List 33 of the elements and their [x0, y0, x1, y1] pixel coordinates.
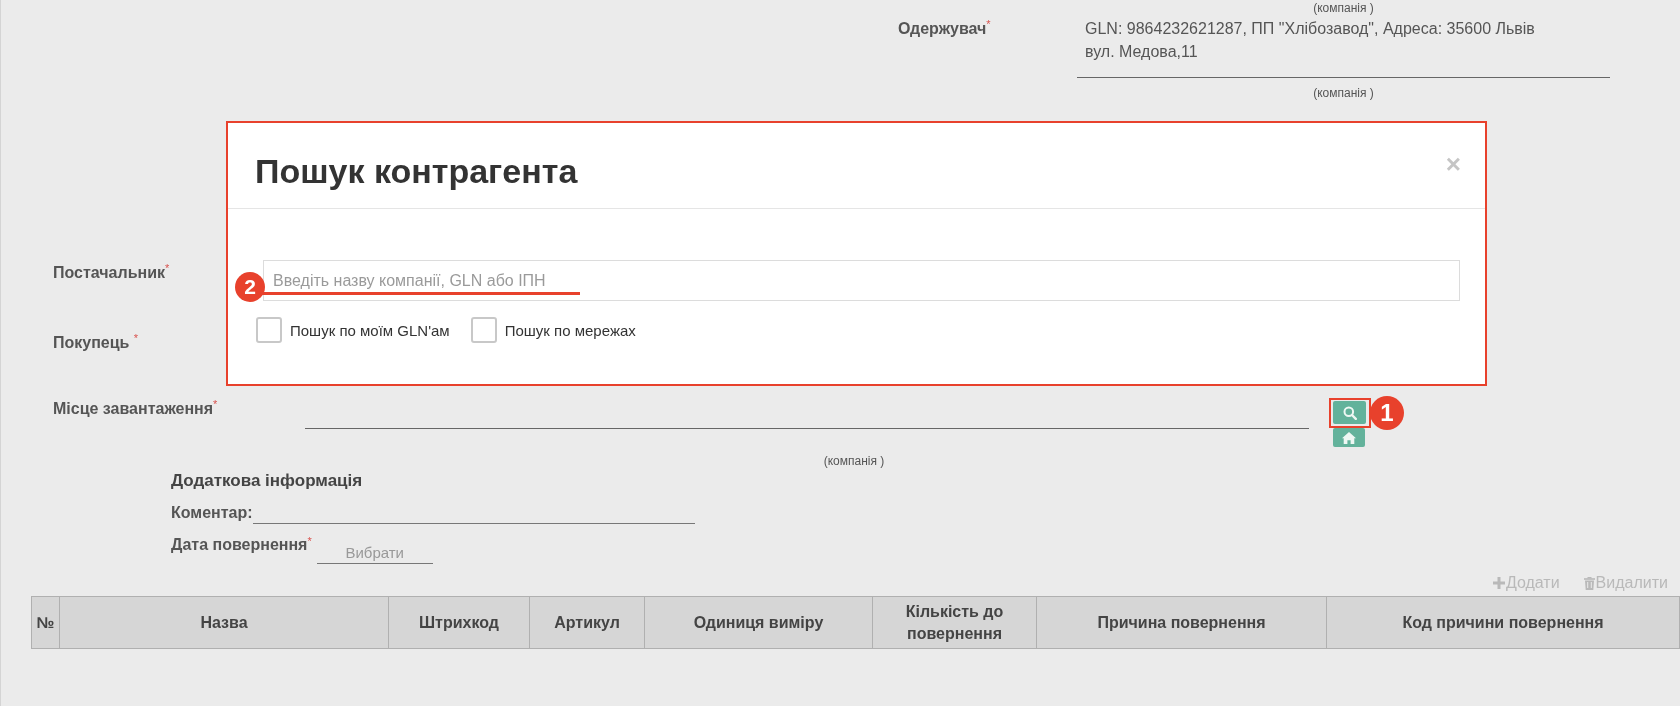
- loading-place-label: Місце завантаження$^{*}$: [53, 400, 218, 417]
- date-field[interactable]: Вибрати: [316, 541, 433, 564]
- search-field[interactable]: Введіть назву компанії, GLN або ІПН: [263, 260, 1460, 301]
- plus-icon: [1492, 577, 1505, 589]
- checkbox[interactable]: [256, 317, 282, 343]
- field-caption: (компанія ): [823, 453, 885, 469]
- checkbox-label[interactable]: Пошук по мережах: [504, 321, 636, 339]
- step-marker: 2: [235, 272, 265, 302]
- column-header: Одиниця виміру: [644, 596, 873, 649]
- column-header: Штрихкод: [388, 596, 530, 649]
- receiver-field[interactable]: GLN: 9864232621287, ПП "Хлібозавод", Адреса: 35600 Львів вул. Медова,11: [1077, 16, 1610, 78]
- field-caption: (компанія ): [1313, 0, 1374, 16]
- field-caption: (компанія ): [1313, 85, 1374, 101]
- column-header: Причина повернення: [1036, 596, 1327, 649]
- trash-icon: [1583, 576, 1595, 590]
- return-date-label: Дата повернення$^{*}$: [171, 534, 312, 555]
- search-icon: [1342, 405, 1357, 420]
- receiver-label: Одержувач$^{*}$: [898, 17, 991, 39]
- section-title: Додаткова інформація: [171, 470, 364, 492]
- dialog-title: Пошук контрагента: [255, 151, 578, 191]
- party-label: Покупець $^{*}$: [53, 334, 139, 351]
- column-header: №: [31, 596, 60, 649]
- column-header: Код причини повернення: [1326, 596, 1680, 649]
- checkbox[interactable]: [470, 317, 497, 343]
- column-header: Артикул: [529, 596, 645, 649]
- column-header: Кількість до повернення: [872, 596, 1037, 649]
- column-header: Назва: [59, 596, 389, 649]
- checkbox-label[interactable]: Пошук по моїм GLN'ам: [290, 321, 450, 339]
- home-button[interactable]: [1333, 428, 1365, 447]
- comment-label: Коментар:: [171, 503, 253, 523]
- step-marker: 1: [1370, 396, 1404, 430]
- party-label: Постачальник$^{*}$: [53, 264, 170, 281]
- home-icon: [1342, 431, 1356, 444]
